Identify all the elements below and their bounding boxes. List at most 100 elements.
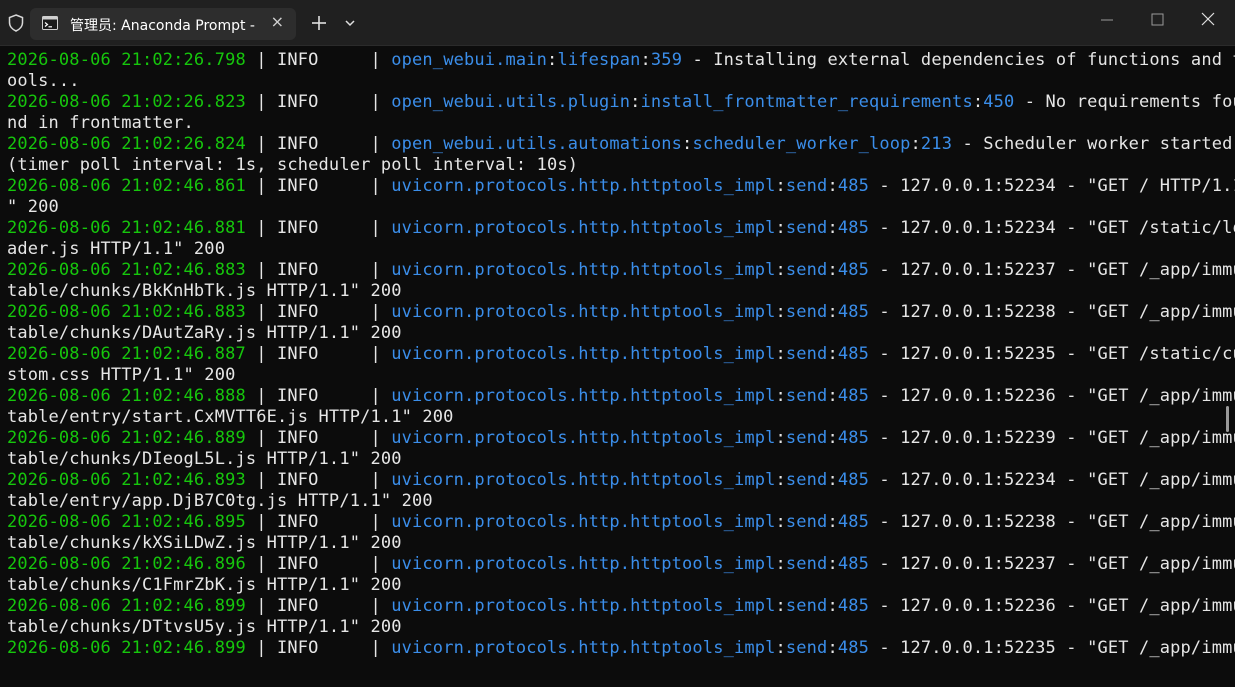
log-module: uvicorn.protocols.http.httptools_impl — [391, 470, 776, 490]
terminal-line: table/chunks/DTtvsU5y.js HTTP/1.1" 200 — [7, 617, 1219, 638]
log-function: send — [785, 512, 828, 532]
terminal-line: (timer poll interval: 1s, scheduler poll… — [7, 155, 1219, 176]
log-continuation: nd in frontmatter. — [7, 113, 194, 133]
window-close-icon[interactable] — [1193, 8, 1223, 32]
terminal-line: table/chunks/BkKnHbTk.js HTTP/1.1" 200 — [7, 281, 1219, 302]
log-line-number: 450 — [983, 92, 1015, 112]
log-separator: | — [245, 386, 278, 406]
terminal-lines: 2026-08-06 21:02:26.798 | INFO | open_we… — [7, 50, 1235, 659]
log-colon: : — [775, 596, 786, 616]
terminal-line: 2026-08-06 21:02:46.899 | INFO | uvicorn… — [7, 638, 1235, 659]
log-module: uvicorn.protocols.http.httptools_impl — [391, 554, 776, 574]
log-module: uvicorn.protocols.http.httptools_impl — [391, 596, 776, 616]
terminal-line: 2026-08-06 21:02:26.824 | INFO | open_we… — [7, 134, 1232, 155]
log-colon: : — [775, 512, 786, 532]
log-message: - 127.0.0.1:52237 - "GET /_app/immu — [869, 554, 1235, 574]
terminal-line: 2026-08-06 21:02:46.883 | INFO | uvicorn… — [7, 260, 1235, 281]
terminal-line: nd in frontmatter. — [7, 113, 1219, 134]
log-separator: | — [245, 50, 278, 70]
log-colon: : — [775, 302, 786, 322]
terminal-line: table/entry/app.DjB7C0tg.js HTTP/1.1" 20… — [7, 491, 1219, 512]
log-line-number: 485 — [837, 176, 869, 196]
terminal-output[interactable]: 2026-08-06 21:02:26.798 | INFO | open_we… — [0, 46, 1235, 687]
log-colon: : — [775, 554, 786, 574]
terminal-line: table/chunks/kXSiLDwZ.js HTTP/1.1" 200 — [7, 533, 1219, 554]
log-timestamp: 2026-08-06 21:02:46.887 — [7, 344, 246, 364]
log-line-number: 485 — [837, 302, 869, 322]
plus-icon[interactable] — [306, 10, 332, 36]
log-separator: | — [360, 554, 392, 574]
log-level: INFO — [277, 554, 361, 574]
terminal-line: table/chunks/DIeogL5L.js HTTP/1.1" 200 — [7, 449, 1219, 470]
log-message: - 127.0.0.1:52234 - "GET /static/lo — [869, 218, 1235, 238]
log-function: scheduler_worker_loop — [692, 134, 911, 154]
terminal-line: 2026-08-06 21:02:46.887 | INFO | uvicorn… — [7, 344, 1235, 365]
log-message: - Scheduler worker started — [952, 134, 1233, 154]
log-colon: : — [827, 302, 838, 322]
log-colon: : — [827, 176, 838, 196]
log-separator: | — [360, 428, 392, 448]
log-colon: : — [972, 92, 984, 112]
log-module: uvicorn.protocols.http.httptools_impl — [391, 344, 776, 364]
close-icon[interactable]: × — [271, 12, 284, 31]
log-colon: : — [827, 638, 838, 658]
scrollbar[interactable] — [1226, 406, 1229, 432]
log-separator: | — [245, 302, 278, 322]
terminal-line: 2026-08-06 21:02:46.883 | INFO | uvicorn… — [7, 302, 1235, 323]
log-line-number: 485 — [837, 638, 869, 658]
terminal-line: table/chunks/C1FmrZbK.js HTTP/1.1" 200 — [7, 575, 1219, 596]
terminal-line: 2026-08-06 21:02:46.881 | INFO | uvicorn… — [7, 218, 1235, 239]
terminal-line: ools... — [7, 71, 1219, 92]
log-function: send — [785, 428, 828, 448]
log-separator: | — [245, 218, 278, 238]
log-module: uvicorn.protocols.http.httptools_impl — [391, 386, 776, 406]
log-colon: : — [682, 134, 693, 154]
log-module: uvicorn.protocols.http.httptools_impl — [391, 260, 776, 280]
log-separator: | — [360, 386, 392, 406]
log-timestamp: 2026-08-06 21:02:46.883 — [7, 302, 246, 322]
log-function: send — [785, 218, 828, 238]
chevron-down-icon[interactable] — [340, 13, 360, 33]
log-line-number: 485 — [837, 470, 869, 490]
tab-title: 管理员: Anaconda Prompt - — [70, 18, 255, 34]
tab-anaconda-prompt[interactable]: 管理员: Anaconda Prompt - × — [30, 8, 296, 40]
log-separator: | — [245, 134, 278, 154]
log-colon: : — [827, 428, 838, 448]
log-continuation: table/chunks/C1FmrZbK.js HTTP/1.1" 200 — [7, 575, 402, 595]
log-timestamp: 2026-08-06 21:02:46.899 — [7, 638, 246, 658]
log-separator: | — [360, 92, 392, 112]
log-level: INFO — [277, 92, 361, 112]
log-function: send — [785, 302, 828, 322]
log-colon: : — [827, 218, 838, 238]
minimize-icon[interactable] — [1092, 8, 1122, 32]
log-timestamp: 2026-08-06 21:02:46.881 — [7, 218, 246, 238]
maximize-icon[interactable] — [1142, 8, 1172, 32]
log-level: INFO — [277, 512, 361, 532]
log-line-number: 359 — [650, 50, 683, 70]
log-separator: | — [245, 554, 278, 574]
terminal-line: 2026-08-06 21:02:46.888 | INFO | uvicorn… — [7, 386, 1235, 407]
terminal-line: ader.js HTTP/1.1" 200 — [7, 239, 1219, 260]
log-continuation: table/chunks/DTtvsU5y.js HTTP/1.1" 200 — [7, 617, 402, 637]
log-colon: : — [775, 344, 786, 364]
terminal-line: 2026-08-06 21:02:26.798 | INFO | open_we… — [7, 50, 1235, 71]
log-separator: | — [360, 50, 392, 70]
log-colon: : — [775, 386, 786, 406]
log-timestamp: 2026-08-06 21:02:46.888 — [7, 386, 246, 406]
log-level: INFO — [277, 386, 361, 406]
log-continuation: table/entry/app.DjB7C0tg.js HTTP/1.1" 20… — [7, 491, 433, 511]
log-colon: : — [827, 260, 838, 280]
log-module: open_webui.utils.automations — [391, 134, 683, 154]
log-message: - 127.0.0.1:52238 - "GET /_app/immu — [869, 512, 1235, 532]
log-colon: : — [827, 470, 838, 490]
log-continuation: table/chunks/DAutZaRy.js HTTP/1.1" 200 — [7, 323, 402, 343]
terminal-line: stom.css HTTP/1.1" 200 — [7, 365, 1219, 386]
log-level: INFO — [277, 176, 361, 196]
log-module: uvicorn.protocols.http.httptools_impl — [391, 638, 776, 658]
log-function: send — [785, 260, 828, 280]
log-continuation: table/entry/start.CxMVTT6E.js HTTP/1.1" … — [7, 407, 454, 427]
log-line-number: 485 — [837, 596, 869, 616]
log-message: - 127.0.0.1:52235 - "GET /static/cu — [869, 344, 1235, 364]
log-separator: | — [245, 428, 278, 448]
log-module: uvicorn.protocols.http.httptools_impl — [391, 218, 776, 238]
